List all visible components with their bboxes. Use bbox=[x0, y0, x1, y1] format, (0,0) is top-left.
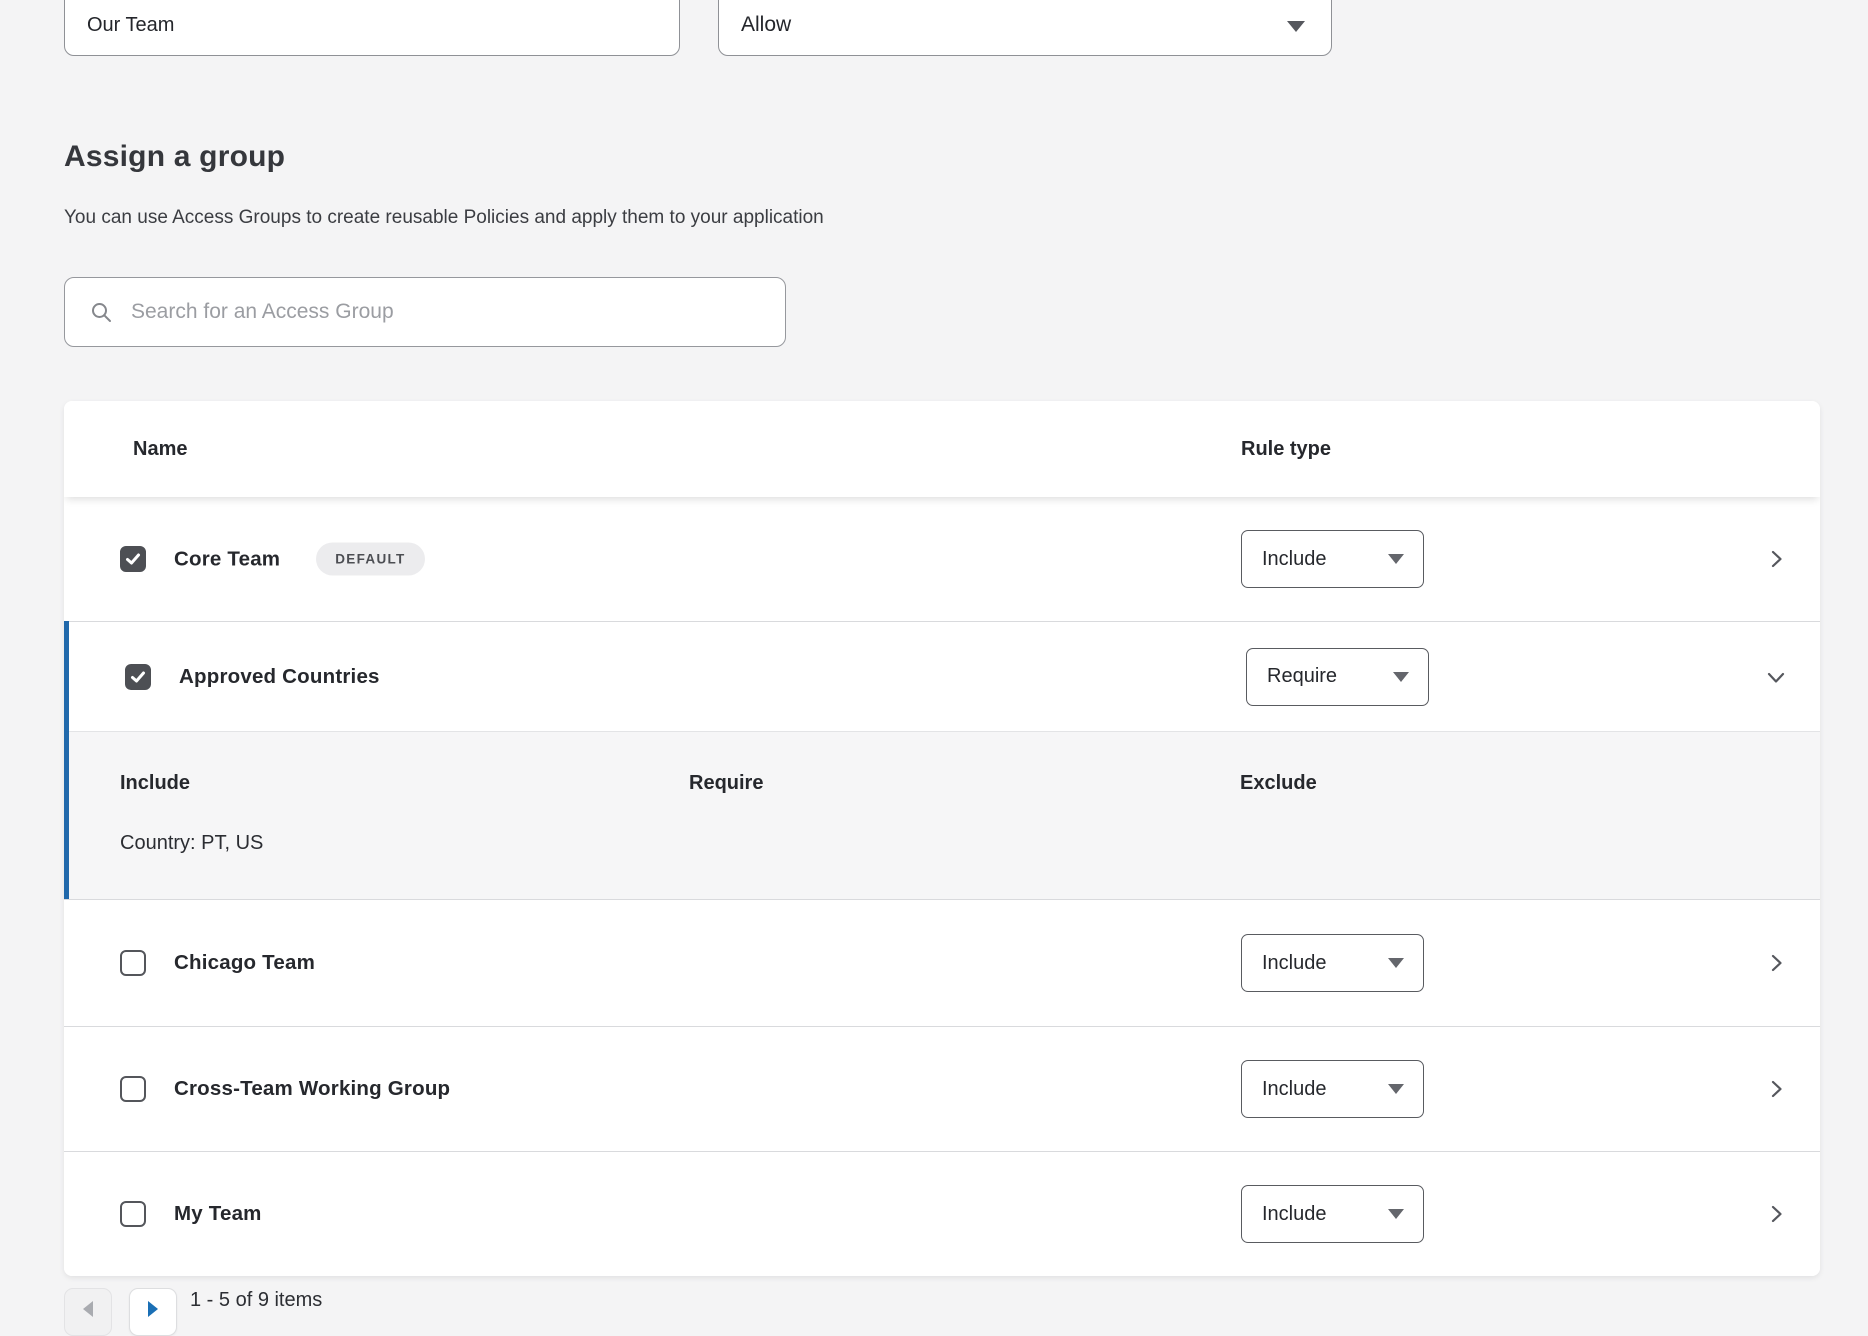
group-name: Cross-Team Working Group bbox=[174, 1077, 450, 1101]
dropdown-caret-icon bbox=[1388, 958, 1404, 968]
next-page-icon bbox=[148, 1301, 158, 1317]
prev-page-icon bbox=[83, 1301, 93, 1317]
rule-type-select[interactable]: Include bbox=[1241, 530, 1424, 588]
rule-type-value: Include bbox=[1262, 548, 1327, 571]
detail-column-include: Include bbox=[120, 772, 190, 795]
include-rule-value: Country: PT, US bbox=[120, 832, 263, 855]
table-row: Core Team DEFAULT Include bbox=[64, 497, 1820, 621]
section-description: You can use Access Groups to create reus… bbox=[64, 207, 824, 229]
chevron-right-icon[interactable] bbox=[1764, 951, 1788, 975]
rule-type-value: Include bbox=[1262, 1203, 1327, 1226]
policy-name-input[interactable] bbox=[64, 0, 680, 56]
detail-column-exclude: Exclude bbox=[1240, 772, 1317, 795]
dropdown-caret-icon bbox=[1388, 1209, 1404, 1219]
default-badge: DEFAULT bbox=[316, 543, 424, 576]
rule-type-select[interactable]: Include bbox=[1241, 1185, 1424, 1243]
chevron-down-icon[interactable] bbox=[1764, 665, 1788, 689]
dropdown-caret-icon bbox=[1388, 554, 1404, 564]
checkbox-check-icon bbox=[129, 668, 147, 686]
table-row: Approved Countries Require bbox=[69, 621, 1820, 731]
group-name: My Team bbox=[174, 1202, 262, 1226]
row-checkbox[interactable] bbox=[125, 664, 151, 690]
table-row: Chicago Team Include bbox=[64, 899, 1820, 1026]
rule-type-value: Include bbox=[1262, 1078, 1327, 1101]
expanded-row-group: Approved Countries Require Include Requi… bbox=[64, 621, 1820, 899]
chevron-right-icon[interactable] bbox=[1764, 1202, 1788, 1226]
policy-action-value: Allow bbox=[741, 13, 791, 37]
pagination: 1 - 5 of 9 items bbox=[64, 1288, 322, 1336]
chevron-right-icon[interactable] bbox=[1764, 1077, 1788, 1101]
row-checkbox[interactable] bbox=[120, 1201, 146, 1227]
chevron-right-icon[interactable] bbox=[1764, 547, 1788, 571]
dropdown-caret-icon bbox=[1287, 21, 1305, 32]
pagination-range-text: 1 - 5 of 9 items bbox=[190, 1290, 322, 1310]
table-header: Name Rule type bbox=[64, 401, 1820, 497]
table-row: Cross-Team Working Group Include bbox=[64, 1026, 1820, 1151]
table-row: My Team Include bbox=[64, 1151, 1820, 1276]
search-icon bbox=[89, 300, 113, 324]
page-title: Assign a group bbox=[64, 140, 285, 174]
column-header-rule-type: Rule type bbox=[1241, 401, 1331, 497]
row-checkbox[interactable] bbox=[120, 546, 146, 572]
next-page-button[interactable] bbox=[129, 1288, 177, 1336]
dropdown-caret-icon bbox=[1393, 672, 1409, 682]
rule-type-value: Include bbox=[1262, 952, 1327, 975]
rule-details-panel: Include Require Exclude Country: PT, US bbox=[69, 731, 1820, 899]
group-name: Chicago Team bbox=[174, 951, 315, 975]
checkbox-check-icon bbox=[124, 550, 142, 568]
column-header-name: Name bbox=[133, 401, 187, 497]
rule-type-select[interactable]: Include bbox=[1241, 934, 1424, 992]
prev-page-button[interactable] bbox=[64, 1288, 112, 1336]
group-name: Core Team bbox=[174, 547, 280, 571]
group-name: Approved Countries bbox=[179, 665, 380, 689]
access-groups-table: Name Rule type Core Team DEFAULT Include bbox=[64, 401, 1820, 1276]
detail-column-require: Require bbox=[689, 772, 763, 795]
row-checkbox[interactable] bbox=[120, 950, 146, 976]
search-input[interactable] bbox=[64, 277, 786, 347]
rule-type-value: Require bbox=[1267, 665, 1337, 688]
dropdown-caret-icon bbox=[1388, 1084, 1404, 1094]
row-checkbox[interactable] bbox=[120, 1076, 146, 1102]
rule-type-select[interactable]: Require bbox=[1246, 648, 1429, 706]
policy-action-select[interactable]: Allow bbox=[718, 0, 1332, 56]
search-box bbox=[64, 277, 786, 347]
rule-type-select[interactable]: Include bbox=[1241, 1060, 1424, 1118]
